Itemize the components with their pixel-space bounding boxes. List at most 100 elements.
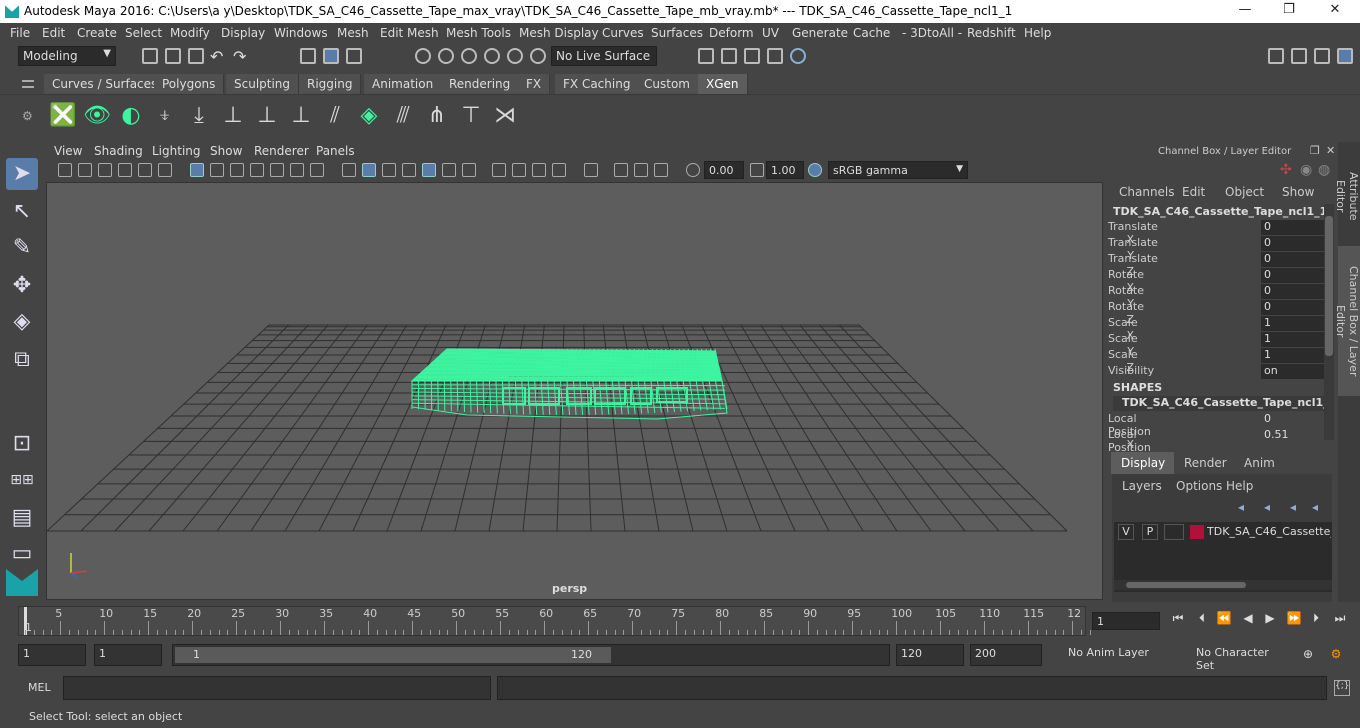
select-tool-icon[interactable]: ➤ (6, 158, 38, 190)
field-chart-icon[interactable] (210, 163, 224, 177)
open-scene-icon[interactable] (165, 48, 181, 64)
toggle-attribute-editor-icon[interactable] (1314, 48, 1330, 64)
color-space-select[interactable]: sRGB gamma ▼ (828, 161, 968, 179)
menu-mesh-display[interactable]: Mesh Display (519, 26, 599, 40)
redo-icon[interactable]: ↷ (233, 47, 249, 66)
xgen-lock-guide-icon[interactable]: ⊥ (286, 101, 316, 133)
scrollbar-thumb[interactable] (1126, 582, 1246, 588)
layer-color-swatch[interactable] (1190, 525, 1204, 539)
workspace-icon[interactable] (1268, 48, 1284, 64)
select-by-hierarchy-icon[interactable] (300, 48, 316, 64)
scale-tool-icon[interactable]: ⧉ (6, 344, 38, 376)
save-scene-icon[interactable] (188, 48, 204, 64)
textured-icon[interactable] (402, 163, 416, 177)
attr-value[interactable]: 1 (1261, 348, 1324, 363)
float-panel-icon[interactable]: ❐ (1310, 144, 1320, 157)
xgen-place-guide-icon[interactable]: ⤓ (184, 101, 214, 133)
lasso-tool-icon[interactable]: ↖ (6, 196, 38, 228)
gamma-field[interactable]: 1.00 (766, 161, 804, 179)
current-frame-field[interactable]: 1 (1092, 612, 1160, 630)
exposure-field[interactable]: 0.00 (704, 161, 744, 179)
tab-animation[interactable]: Animation (364, 74, 443, 94)
tab-curves-surfaces[interactable]: Curves / Surfaces (44, 74, 167, 94)
step-back-frame-icon[interactable]: ⏴ (1194, 610, 1210, 626)
menu-surfaces[interactable]: Surfaces (651, 26, 703, 40)
menu-edit-mesh[interactable]: Edit Mesh (380, 26, 439, 40)
use-default-light-icon[interactable] (442, 163, 456, 177)
tab-channel-box-layer-editor[interactable]: Channel Box / Layer Editor (1334, 246, 1360, 396)
close-button[interactable]: ✕ (1320, 2, 1350, 20)
xgen-layer-icon[interactable]: ◈ (354, 101, 384, 133)
layer-reference-toggle[interactable] (1164, 524, 1184, 540)
go-to-start-icon[interactable]: ⏮ (1170, 610, 1186, 626)
motion-blur-icon[interactable] (512, 163, 526, 177)
attr-value[interactable]: on (1261, 364, 1324, 379)
attr-scale-x[interactable]: Scale X1 (1108, 316, 1324, 342)
toggle-channel-box-icon[interactable] (1291, 48, 1307, 64)
viewport-menu-shading[interactable]: Shading (94, 144, 143, 158)
outliner-layout-icon[interactable]: ▤ (6, 502, 38, 534)
xgen-add-spline-icon[interactable]: ⊥ (218, 101, 248, 133)
lock-icon[interactable]: ◍ (1318, 162, 1330, 178)
image-plane-icon[interactable] (98, 163, 112, 177)
attr-value[interactable]: 0 (1261, 236, 1324, 251)
attr-translate-y[interactable]: Translate Y0 (1108, 236, 1324, 262)
xgen-sculpt-guide-icon[interactable]: ⊥ (252, 101, 282, 133)
mode-selector[interactable]: Modeling ▼ (18, 46, 116, 66)
attr-value[interactable]: 0 (1261, 300, 1324, 315)
select-by-component-icon[interactable] (346, 48, 362, 64)
new-layer-selected-icon[interactable]: ◂ (1312, 500, 1318, 514)
viewport-menu-lighting[interactable]: Lighting (152, 144, 201, 158)
grid-toggle-icon[interactable] (118, 163, 132, 177)
pan-zoom-icon[interactable] (290, 163, 304, 177)
menu-file[interactable]: File (10, 26, 30, 40)
menu-mesh[interactable]: Mesh (337, 26, 369, 40)
perspective-viewport[interactable]: persp (46, 182, 1103, 600)
attr-rotate-x[interactable]: Rotate X0 (1108, 268, 1324, 294)
move-layer-up-icon[interactable]: ◂ (1238, 500, 1244, 514)
color-management-icon[interactable] (808, 163, 822, 177)
attr-rotate-z[interactable]: Rotate Z0 (1108, 300, 1324, 326)
safe-action-icon[interactable] (230, 163, 244, 177)
new-scene-icon[interactable] (142, 48, 158, 64)
attr-local-position-x[interactable]: Local Position X0 (1108, 412, 1324, 451)
maximize-button[interactable]: ❐ (1274, 2, 1304, 20)
tab-sculpting[interactable]: Sculpting (226, 74, 300, 94)
backface-culling-icon[interactable] (654, 163, 668, 177)
menu-select[interactable]: Select (125, 26, 162, 40)
menu-generate[interactable]: Generate (792, 26, 848, 40)
xgen-guide-lengths-icon[interactable]: ⫽ (320, 101, 350, 133)
manipulator-icon[interactable]: ✣ (1280, 162, 1292, 178)
four-view-layout-icon[interactable]: ⊞⊞ (6, 464, 38, 496)
layer-menu-help[interactable]: Help (1226, 479, 1253, 493)
menu-uv[interactable]: UV (762, 26, 779, 40)
xgen-add-guide-icon[interactable]: ⍖ (150, 101, 180, 133)
smooth-shade-icon[interactable] (362, 163, 376, 177)
scrollbar-thumb[interactable] (1325, 216, 1333, 356)
attr-value[interactable]: 0 (1261, 284, 1324, 299)
animation-preferences-icon[interactable]: ⚙ (1328, 646, 1344, 662)
cb-menu-edit[interactable]: Edit (1182, 185, 1205, 199)
exposure-icon[interactable] (686, 163, 700, 177)
attr-local-position-y[interactable]: Local Position Y0.51 (1108, 428, 1324, 467)
xgen-editor-icon[interactable]: ❎ (48, 101, 78, 133)
tab-fx-caching[interactable]: FX Caching (555, 74, 640, 94)
wireframe-icon[interactable] (342, 163, 356, 177)
attr-visibility[interactable]: Visibility on (1108, 364, 1324, 380)
hypershade-icon[interactable] (790, 48, 806, 64)
xgen-bend-icon[interactable]: ⫻ (388, 101, 418, 133)
viewport-menu-renderer[interactable]: Renderer (254, 144, 309, 158)
menu-create[interactable]: Create (77, 26, 117, 40)
viewport-menu-panels[interactable]: Panels (316, 144, 355, 158)
attr-translate-x[interactable]: Translate X0 (1108, 220, 1324, 246)
film-gate-icon[interactable] (138, 163, 152, 177)
attr-value[interactable]: 1 (1261, 332, 1324, 347)
gamma-icon[interactable] (750, 163, 764, 177)
anti-aliasing-icon[interactable] (532, 163, 546, 177)
layer-tab-anim[interactable]: Anim (1234, 452, 1285, 474)
timeline-ruler[interactable]: 1 5 10 15 20 25 30 35 40 45 50 55 60 65 70 75 80 85 90 95 1… (18, 606, 1091, 636)
grid-display-icon[interactable] (190, 163, 204, 177)
cb-menu-object[interactable]: Object (1225, 185, 1264, 199)
snap-grid-icon[interactable] (415, 48, 431, 64)
attr-value[interactable]: 0 (1261, 252, 1324, 267)
